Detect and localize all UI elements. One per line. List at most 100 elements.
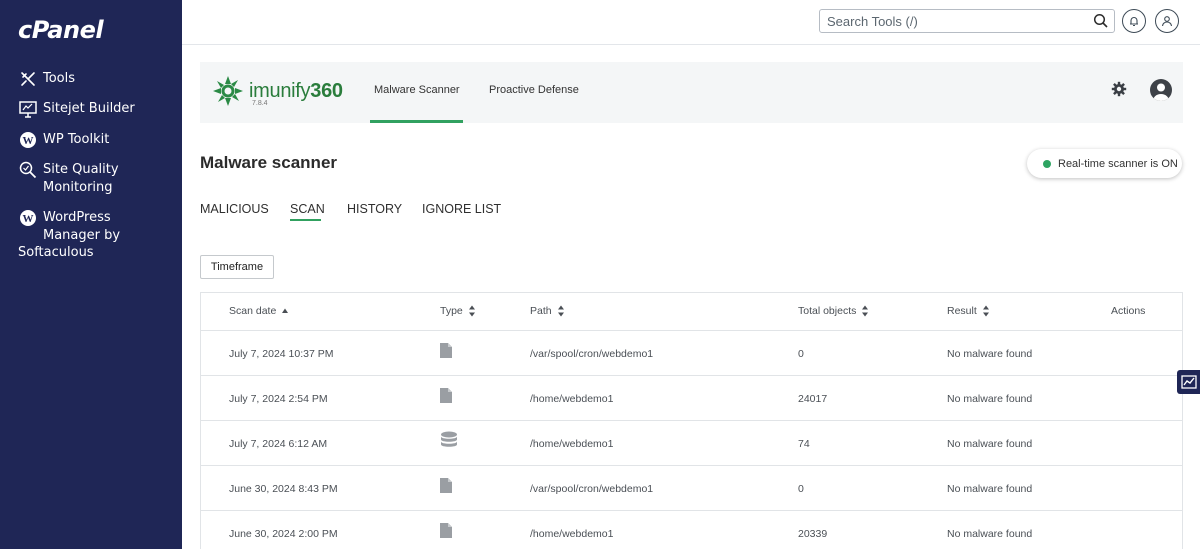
cell-scan-date: June 30, 2024 8:43 PM [229,483,338,495]
sidebar-item-tools[interactable]: Tools [18,70,75,89]
sidebar: cPanel Tools Sitejet Builder W WP Toolki… [0,0,182,549]
cell-path: /home/webdemo1 [530,393,614,405]
column-label: Type [440,305,463,317]
file-icon [440,343,452,363]
top-header [182,0,1200,45]
cell-result: No malware found [947,528,1033,540]
tab-malware-scanner[interactable]: Malware Scanner [374,84,460,96]
file-icon [440,388,452,408]
imunify-logo[interactable]: imunify360 [211,74,343,108]
tools-icon [18,69,38,89]
notifications-button[interactable] [1122,9,1146,33]
column-type[interactable]: Type [440,305,476,317]
sort-icon [557,305,564,317]
file-icon [440,523,452,543]
sort-ascending-icon [282,308,289,313]
table-row[interactable]: June 30, 2024 8:43 PM /var/spool/cron/we… [201,466,1182,511]
imunify-header: imunify360 7.8.4 Malware Scanner Proacti… [200,62,1183,123]
search-icon[interactable] [1093,13,1109,34]
cell-path: /var/spool/cron/webdemo1 [530,483,654,495]
table-row[interactable]: July 7, 2024 2:54 PM /home/webdemo1 2401… [201,376,1182,421]
column-label: Result [947,305,977,317]
cell-path: /home/webdemo1 [530,528,614,540]
cell-total-objects: 0 [798,348,804,360]
column-total-objects[interactable]: Total objects [798,305,869,317]
bell-icon [1130,17,1138,27]
table-header: Scan date Type Path Total objects Result… [201,293,1182,331]
cell-path: /home/webdemo1 [530,438,614,450]
version-label: 7.8.4 [252,100,268,107]
svg-text:W: W [23,135,34,147]
column-actions: Actions [1111,305,1145,317]
scan-table: Scan date Type Path Total objects Result… [200,292,1183,549]
timeframe-button[interactable]: Timeframe [200,255,274,279]
column-label: Total objects [798,305,857,317]
user-avatar-icon [1153,83,1169,101]
column-scan-date[interactable]: Scan date [229,305,289,317]
sidebar-item-site-quality[interactable]: Site Quality Monitoring [18,161,163,197]
cell-result: No malware found [947,438,1033,450]
file-icon [440,478,452,498]
column-label: Path [530,305,552,317]
cell-total-objects: 24017 [798,393,828,405]
chart-trend-icon [1180,375,1197,389]
user-menu-button[interactable] [1155,9,1179,33]
magnifier-icon [18,160,38,180]
user-icon [1161,16,1173,27]
database-icon [440,431,458,455]
cell-path: /var/spool/cron/webdemo1 [530,348,654,360]
wordpress-icon: W [18,208,38,228]
sidebar-item-label: Site Quality Monitoring [43,162,119,195]
gear-icon [1111,81,1127,97]
page-title: Malware scanner [200,153,338,172]
monitor-icon [18,99,38,119]
sort-icon [982,305,989,317]
cell-scan-date: July 7, 2024 6:12 AM [229,438,328,450]
cpanel-logo[interactable]: cPanel [18,16,104,44]
realtime-status-badge[interactable]: Real-time scanner is ON [1027,149,1182,178]
sidebar-item-label: WP Toolkit [43,132,110,147]
sidebar-item-sitejet[interactable]: Sitejet Builder [18,100,135,119]
column-path[interactable]: Path [530,305,565,317]
cell-result: No malware found [947,393,1033,405]
wordpress-icon: W [18,130,38,150]
cell-scan-date: June 30, 2024 2:00 PM [229,528,338,540]
search-input[interactable] [820,10,1080,32]
active-subtab-indicator [290,219,321,221]
column-result[interactable]: Result [947,305,990,317]
cell-total-objects: 74 [798,438,810,450]
column-label: Scan date [229,305,277,317]
sort-icon [468,305,475,317]
sidebar-item-label: Tools [43,71,76,86]
sidebar-item-label: Sitejet Builder [43,101,135,116]
realtime-status-text: Real-time scanner is ON [1058,157,1178,170]
search-box[interactable] [819,9,1115,33]
settings-button[interactable] [1111,81,1127,102]
tab-malicious[interactable]: MALICIOUS [200,202,269,216]
cell-scan-date: July 7, 2024 2:54 PM [229,393,328,405]
table-row[interactable]: July 7, 2024 10:37 PM /var/spool/cron/we… [201,331,1182,376]
sidebar-item-label: WordPress Manager by [43,210,121,243]
cell-total-objects: 20339 [798,528,828,540]
tab-proactive-defense[interactable]: Proactive Defense [489,84,579,96]
status-dot [1043,159,1051,168]
sort-icon [862,305,869,317]
sidebar-item-wordpress-manager[interactable]: W WordPress Manager by [18,209,163,245]
cell-total-objects: 0 [798,483,804,495]
svg-text:W: W [23,213,34,225]
column-label: Actions [1111,305,1146,317]
table-row[interactable]: July 7, 2024 6:12 AM /home/webdemo1 74 N… [201,421,1182,466]
cell-result: No malware found [947,348,1033,360]
cell-scan-date: July 7, 2024 10:37 PM [229,348,334,360]
tab-history[interactable]: HISTORY [347,202,402,216]
sidebar-item-label-cont[interactable]: Softaculous [18,245,94,260]
analytics-widget-button[interactable] [1177,370,1200,394]
imunify-logo-icon [213,76,243,106]
table-row[interactable]: June 30, 2024 2:00 PM /home/webdemo1 203… [201,511,1182,549]
avatar[interactable] [1150,79,1172,101]
tab-ignore-list[interactable]: IGNORE LIST [422,202,501,216]
cell-result: No malware found [947,483,1033,495]
tab-scan[interactable]: SCAN [290,202,325,216]
sidebar-item-wp-toolkit[interactable]: W WP Toolkit [18,131,109,150]
active-tab-indicator [370,120,463,123]
